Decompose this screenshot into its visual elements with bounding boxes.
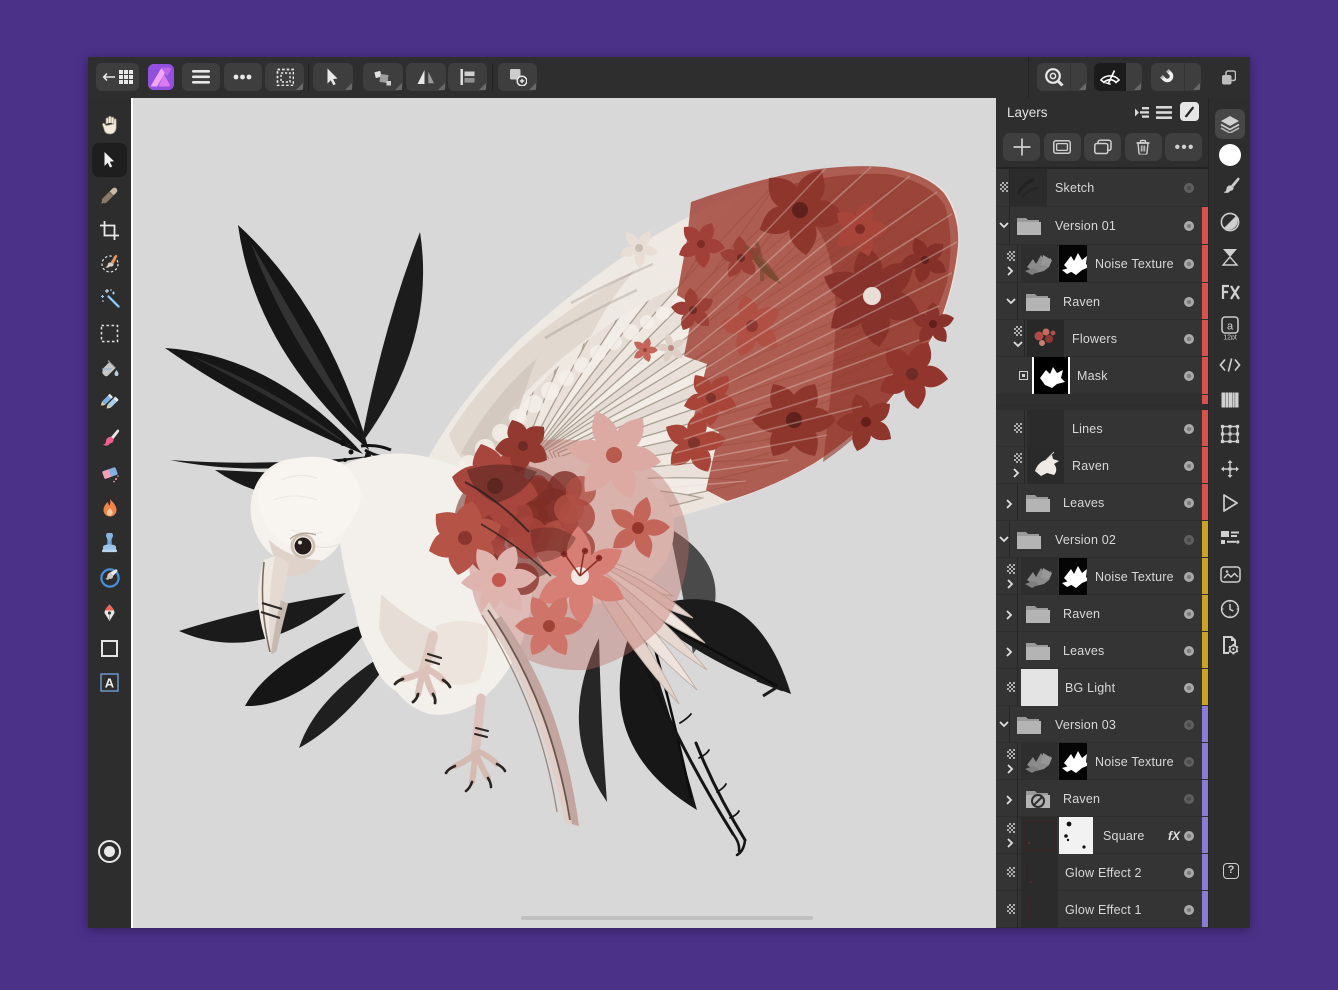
svg-text:12pt: 12pt: [1223, 335, 1237, 341]
svg-text:A: A: [105, 675, 115, 690]
svg-text:a: a: [1227, 321, 1234, 333]
